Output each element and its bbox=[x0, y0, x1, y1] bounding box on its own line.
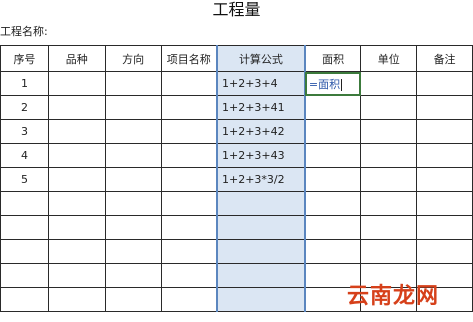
cell-area[interactable] bbox=[304, 119, 362, 144]
table-row bbox=[0, 215, 473, 240]
project-name-label: 工程名称: bbox=[0, 25, 48, 38]
cell-area-editing[interactable]: =面积 bbox=[304, 71, 362, 96]
cell-remark[interactable] bbox=[416, 167, 473, 192]
cell-variety[interactable] bbox=[47, 167, 106, 192]
cell-area[interactable] bbox=[304, 167, 362, 192]
table-row: 4 1+2+3+43 bbox=[0, 143, 473, 168]
cell-unit[interactable] bbox=[360, 71, 418, 96]
header-variety[interactable]: 品种 bbox=[47, 45, 106, 72]
table-row: 2 1+2+3+41 bbox=[0, 95, 473, 120]
cell-area[interactable] bbox=[304, 191, 362, 216]
cell-unit[interactable] bbox=[360, 191, 418, 216]
cell-seq[interactable]: 2 bbox=[0, 95, 49, 120]
cell-item-name[interactable] bbox=[160, 263, 218, 288]
header-unit[interactable]: 单位 bbox=[360, 45, 418, 72]
cell-unit[interactable] bbox=[360, 239, 418, 264]
cell-variety[interactable] bbox=[47, 191, 106, 216]
cell-unit[interactable] bbox=[360, 215, 418, 240]
cell-item-name[interactable] bbox=[160, 215, 218, 240]
text-caret bbox=[341, 78, 343, 91]
cell-formula[interactable]: 1+2+3+42 bbox=[216, 119, 306, 144]
header-formula[interactable]: 计算公式 bbox=[216, 45, 306, 72]
cell-formula[interactable] bbox=[216, 191, 306, 216]
cell-item-name[interactable] bbox=[160, 71, 218, 96]
cell-item-name[interactable] bbox=[160, 191, 218, 216]
cell-direction[interactable] bbox=[104, 71, 162, 96]
cell-area[interactable] bbox=[304, 215, 362, 240]
cell-unit[interactable] bbox=[360, 95, 418, 120]
cell-direction[interactable] bbox=[104, 119, 162, 144]
cell-item-name[interactable] bbox=[160, 143, 218, 168]
header-item-name[interactable]: 项目名称 bbox=[160, 45, 218, 72]
cell-formula[interactable] bbox=[216, 215, 306, 240]
cell-seq[interactable]: 3 bbox=[0, 119, 49, 144]
cell-formula[interactable] bbox=[216, 239, 306, 264]
cell-variety[interactable] bbox=[47, 263, 106, 288]
header-remark[interactable]: 备注 bbox=[416, 45, 473, 72]
cell-area[interactable] bbox=[304, 143, 362, 168]
cell-seq[interactable] bbox=[0, 191, 49, 216]
cell-formula[interactable]: 1+2+3+41 bbox=[216, 95, 306, 120]
cell-variety[interactable] bbox=[47, 95, 106, 120]
cell-direction[interactable] bbox=[104, 143, 162, 168]
cell-direction[interactable] bbox=[104, 287, 162, 312]
cell-seq[interactable]: 1 bbox=[0, 71, 49, 96]
cell-direction[interactable] bbox=[104, 263, 162, 288]
cell-formula[interactable]: 1+2+3+43 bbox=[216, 143, 306, 168]
header-area[interactable]: 面积 bbox=[304, 45, 362, 72]
cell-item-name[interactable] bbox=[160, 95, 218, 120]
header-seq[interactable]: 序号 bbox=[0, 45, 49, 72]
cell-seq[interactable] bbox=[0, 215, 49, 240]
cell-item-name[interactable] bbox=[160, 287, 218, 312]
cell-item-name[interactable] bbox=[160, 167, 218, 192]
cell-remark[interactable] bbox=[416, 215, 473, 240]
cell-seq[interactable]: 4 bbox=[0, 143, 49, 168]
cell-area[interactable] bbox=[304, 95, 362, 120]
cell-direction[interactable] bbox=[104, 167, 162, 192]
cell-item-name[interactable] bbox=[160, 119, 218, 144]
cell-remark[interactable] bbox=[416, 119, 473, 144]
header-direction[interactable]: 方向 bbox=[104, 45, 162, 72]
cell-area[interactable] bbox=[304, 239, 362, 264]
cell-direction[interactable] bbox=[104, 215, 162, 240]
table-row bbox=[0, 191, 473, 216]
cell-seq[interactable] bbox=[0, 263, 49, 288]
cell-remark[interactable] bbox=[416, 71, 473, 96]
table-row: 5 1+2+3*3/2 bbox=[0, 167, 473, 192]
cell-seq[interactable] bbox=[0, 239, 49, 264]
cell-variety[interactable] bbox=[47, 143, 106, 168]
table-row: 1 1+2+3+4 =面积 bbox=[0, 71, 473, 96]
cell-formula[interactable]: 1+2+3*3/2 bbox=[216, 167, 306, 192]
cell-area-text: =面积 bbox=[308, 77, 341, 91]
cell-formula[interactable] bbox=[216, 263, 306, 288]
watermark-logo: 云南龙网 bbox=[346, 284, 439, 309]
cell-direction[interactable] bbox=[104, 95, 162, 120]
cell-variety[interactable] bbox=[47, 119, 106, 144]
cell-direction[interactable] bbox=[104, 239, 162, 264]
cell-unit[interactable] bbox=[360, 119, 418, 144]
cell-remark[interactable] bbox=[416, 239, 473, 264]
cell-variety[interactable] bbox=[47, 71, 106, 96]
spreadsheet-table: 序号 品种 方向 项目名称 计算公式 面积 单位 备注 1 1+2+3+4 =面… bbox=[0, 45, 473, 312]
cell-variety[interactable] bbox=[47, 287, 106, 312]
sheet-title: 工程量 bbox=[212, 0, 261, 19]
cell-variety[interactable] bbox=[47, 215, 106, 240]
table-row: 3 1+2+3+42 bbox=[0, 119, 473, 144]
cell-unit[interactable] bbox=[360, 167, 418, 192]
table-row bbox=[0, 239, 473, 264]
cell-unit[interactable] bbox=[360, 143, 418, 168]
cell-formula[interactable] bbox=[216, 287, 306, 312]
cell-remark[interactable] bbox=[416, 143, 473, 168]
cell-seq[interactable]: 5 bbox=[0, 167, 49, 192]
cell-remark[interactable] bbox=[416, 95, 473, 120]
cell-seq[interactable] bbox=[0, 287, 49, 312]
cell-direction[interactable] bbox=[104, 191, 162, 216]
cell-item-name[interactable] bbox=[160, 239, 218, 264]
cell-remark[interactable] bbox=[416, 191, 473, 216]
cell-variety[interactable] bbox=[47, 239, 106, 264]
header-row: 序号 品种 方向 项目名称 计算公式 面积 单位 备注 bbox=[0, 45, 473, 72]
cell-formula[interactable]: 1+2+3+4 bbox=[216, 71, 306, 96]
